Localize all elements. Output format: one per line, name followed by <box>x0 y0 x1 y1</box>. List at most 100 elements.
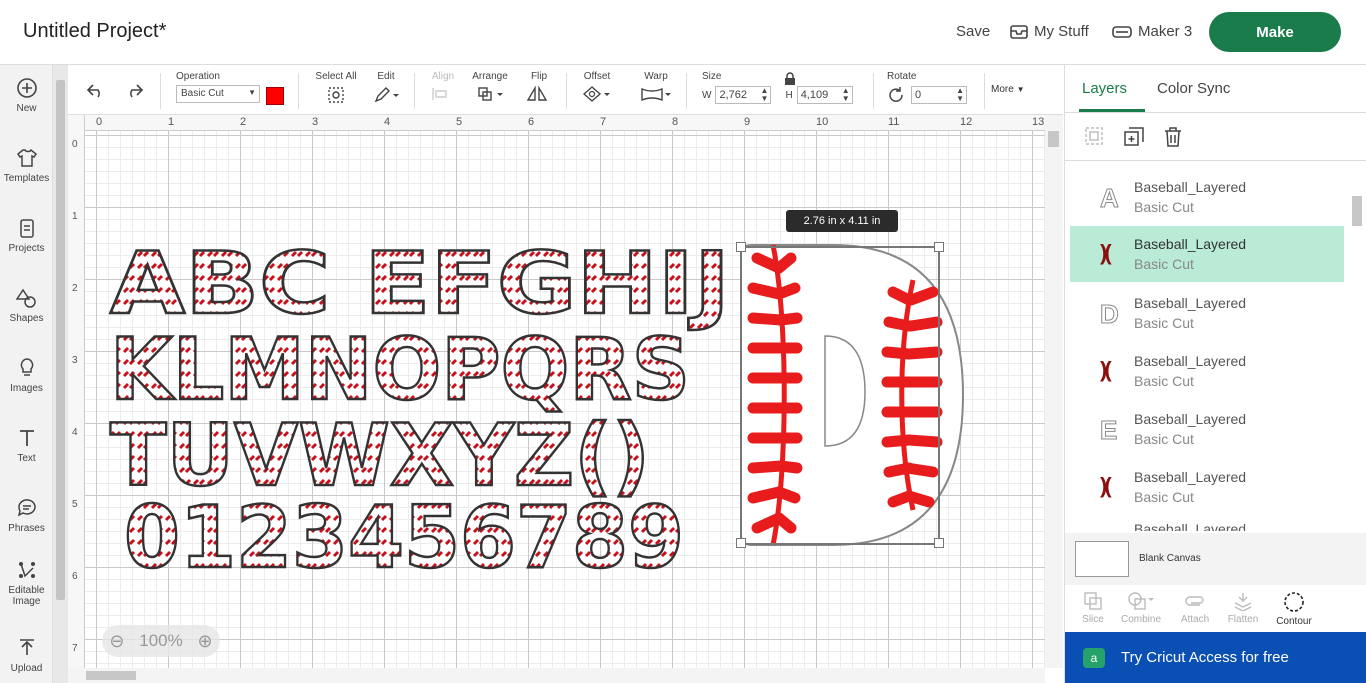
canvas-vertical-scrollbar[interactable] <box>1045 115 1063 668</box>
layer-item[interactable]: A Baseball_Layered Basic Cut <box>1070 169 1344 225</box>
rotate-value: 0 <box>915 89 922 101</box>
layer-name: Baseball_Layered <box>1134 353 1247 369</box>
project-title[interactable]: Untitled Project* <box>23 20 166 43</box>
sidebar-label: Editable Image <box>8 585 45 607</box>
paperclip-icon <box>1185 596 1204 606</box>
sidebar-item-images[interactable]: Images <box>0 357 53 394</box>
sidebar-item-projects[interactable]: Projects <box>0 217 53 254</box>
scroll-thumb[interactable] <box>86 671 136 680</box>
divider <box>414 73 415 109</box>
top-bar: Untitled Project* Save My Stuff Maker 3 … <box>0 0 1366 65</box>
ruler-tick: 3 <box>72 355 78 366</box>
arrange-label: Arrange <box>472 71 508 82</box>
attach-button[interactable]: Attach <box>1169 591 1221 625</box>
cricut-access-banner[interactable]: a Try Cricut Access for free <box>1065 632 1366 683</box>
layer-item[interactable]: )( Baseball_Layered Basic Cut <box>1070 343 1344 399</box>
scroll-thumb[interactable] <box>1352 196 1362 226</box>
operation-color-swatch[interactable] <box>266 87 284 105</box>
sidebar-scrollbar[interactable] <box>53 65 68 683</box>
selection-handle-tl[interactable] <box>736 242 746 252</box>
stitch-thumbnail-icon: )( <box>1100 357 1112 382</box>
layer-name: Baseball_Layered <box>1134 469 1247 485</box>
layer-name: Baseball_Layered <box>1134 179 1247 195</box>
scroll-thumb[interactable] <box>56 80 65 600</box>
layer-item[interactable]: )( Baseball_Layered Basic Cut <box>1070 459 1344 515</box>
sidebar-item-editable-image[interactable]: Editable Image <box>0 559 53 607</box>
cricut-logo-icon: a <box>1083 648 1105 668</box>
lightbulb-icon <box>20 358 33 376</box>
edit-button[interactable]: Edit <box>370 71 402 104</box>
redo-icon[interactable] <box>124 83 144 99</box>
select-all-button[interactable]: Select All <box>312 71 360 104</box>
canvas-horizontal-scrollbar[interactable] <box>68 668 1045 683</box>
flatten-label: Flatten <box>1227 614 1259 625</box>
contour-label: Contour <box>1276 616 1312 627</box>
scroll-thumb[interactable] <box>1048 131 1059 147</box>
group-icon[interactable] <box>1085 127 1103 145</box>
selection-handle-tr[interactable] <box>934 242 944 252</box>
flatten-button[interactable]: Flatten <box>1217 591 1269 625</box>
stepper-icon[interactable]: ▲ ▼ <box>956 87 964 103</box>
zoom-out-icon[interactable]: ⊖ <box>109 631 124 652</box>
sidebar-label: Shapes <box>9 313 44 324</box>
layer-item[interactable]: E Baseball_Layered Basic Cut <box>1070 401 1344 457</box>
undo-icon[interactable] <box>86 83 106 99</box>
shapes-icon <box>15 288 36 308</box>
sidebar-item-text[interactable]: Text <box>0 427 53 464</box>
my-stuff-button[interactable]: My Stuff <box>1010 23 1089 40</box>
height-input[interactable]: 4,109 ▲ ▼ <box>796 86 853 104</box>
selected-letter-d[interactable] <box>733 240 973 550</box>
alphabet-row-2[interactable]: KLMNOPQRS <box>109 319 692 422</box>
width-input[interactable]: 2,762 ▲ ▼ <box>715 86 772 104</box>
selection-handle-br[interactable] <box>934 538 944 548</box>
stitch-thumbnail-icon: )( <box>1100 240 1112 265</box>
offset-button[interactable]: Offset <box>578 71 616 102</box>
ruler-tick: 0 <box>72 139 78 150</box>
number-row[interactable]: 0123456789 <box>123 487 686 575</box>
ruler-tick: 7 <box>72 643 78 654</box>
more-button[interactable]: More ▼ <box>991 84 1025 95</box>
machine-button[interactable]: Maker 3 <box>1112 23 1192 40</box>
rotate-icon <box>889 87 903 102</box>
zoom-in-icon[interactable]: ⊕ <box>197 631 212 652</box>
make-button[interactable]: Make <box>1209 12 1341 52</box>
operation-value: Basic Cut <box>181 88 224 99</box>
lock-icon[interactable] <box>784 72 796 86</box>
trash-icon[interactable] <box>1164 127 1182 147</box>
design-canvas[interactable]: 0 1 2 3 4 5 6 7 8 9 10 11 12 13 0 1 2 3 … <box>68 115 1045 668</box>
sidebar-item-upload[interactable]: Upload <box>0 637 53 674</box>
baseball-alphabet-graphic[interactable]: ABC EFGHIJ KLMNOPQRS TUVWXYZ() 012345678… <box>108 235 748 575</box>
stepper-icon[interactable]: ▲ ▼ <box>842 87 850 103</box>
operation-select[interactable]: Basic Cut ▼ <box>176 85 260 103</box>
ruler-tick: 10 <box>816 116 829 128</box>
save-button[interactable]: Save <box>956 23 990 40</box>
sidebar-label: Projects <box>8 243 45 254</box>
selection-handle-bl[interactable] <box>736 538 746 548</box>
layer-item[interactable]: D Baseball_Layered Basic Cut <box>1070 285 1344 341</box>
tab-layers[interactable]: Layers <box>1082 80 1127 97</box>
warp-button[interactable]: Warp <box>638 71 674 102</box>
duplicate-icon[interactable] <box>1124 127 1144 147</box>
sidebar-item-shapes[interactable]: Shapes <box>0 287 53 324</box>
align-button[interactable]: Align <box>426 71 460 102</box>
flip-button[interactable]: Flip <box>524 71 554 102</box>
slice-button[interactable]: Slice <box>1067 591 1119 625</box>
combine-button[interactable]: Combine <box>1115 591 1167 625</box>
layer-item-selected[interactable]: )( Baseball_Layered Basic Cut <box>1070 226 1344 282</box>
combine-label: Combine <box>1120 614 1162 625</box>
sidebar-item-new[interactable]: New <box>0 77 53 114</box>
contour-button[interactable]: Contour <box>1268 591 1320 627</box>
sidebar-item-templates[interactable]: Templates <box>0 147 53 184</box>
blank-canvas-row[interactable]: Blank Canvas <box>1065 533 1366 585</box>
rotate-input[interactable]: 0 ▲ ▼ <box>911 86 967 104</box>
tab-color-sync[interactable]: Color Sync <box>1157 80 1230 97</box>
sidebar-item-phrases[interactable]: Phrases <box>0 497 53 534</box>
pencil-icon <box>374 87 399 103</box>
stepper-icon[interactable]: ▲ ▼ <box>761 87 769 103</box>
layers-scrollbar[interactable] <box>1350 162 1364 532</box>
ruler-tick: 9 <box>744 116 751 128</box>
blank-canvas-swatch[interactable] <box>1075 541 1129 577</box>
arrange-button[interactable]: Arrange <box>470 71 510 102</box>
layer-item[interactable]: Baseball_Layered <box>1070 517 1344 531</box>
layer-operation: Basic Cut <box>1134 315 1194 331</box>
